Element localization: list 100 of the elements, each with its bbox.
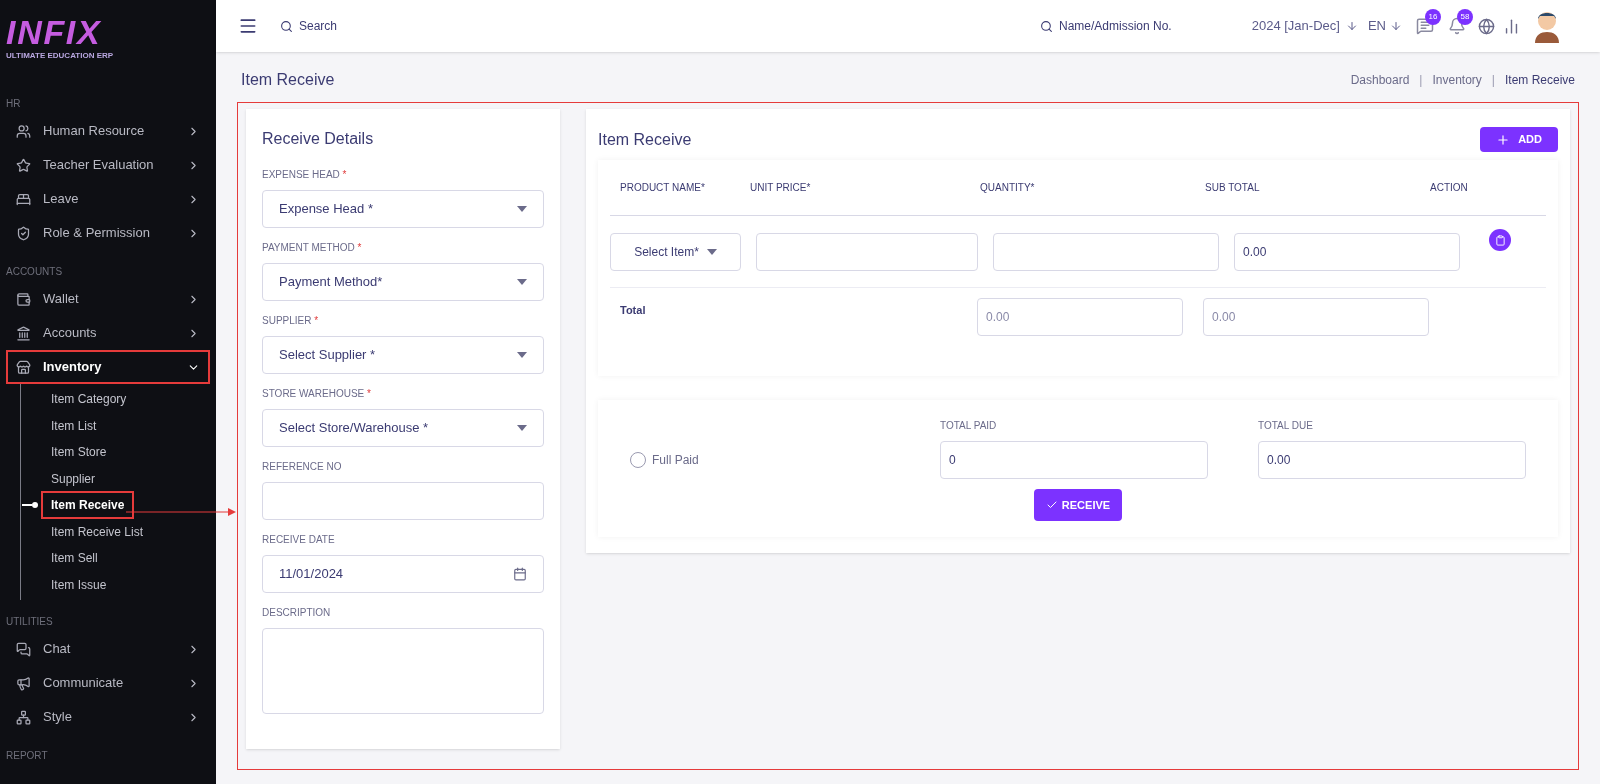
- field-label: TOTAL DUE: [1258, 419, 1314, 433]
- student-search-field[interactable]: Name/Admission No.: [1040, 17, 1172, 35]
- submenu-item[interactable]: Item List: [41, 414, 107, 437]
- total-label: Total: [619, 303, 647, 318]
- column-header: SUB TOTAL: [1204, 181, 1261, 195]
- total-quantity-field: 0.00: [977, 298, 1183, 336]
- sidebar-item[interactable]: Teacher Evaluation: [8, 150, 208, 180]
- select-field[interactable]: Select Item*: [610, 232, 741, 271]
- input-field[interactable]: [262, 482, 544, 520]
- sidebar-item[interactable]: Communicate: [8, 668, 208, 698]
- arrow-down-icon: [1389, 20, 1402, 32]
- section-heading: HR: [5, 96, 22, 111]
- sidebar-item[interactable]: Chat: [8, 634, 208, 664]
- submenu-item[interactable]: Item Sell: [41, 547, 108, 570]
- column-header: QUANTITY*: [979, 181, 1036, 195]
- sidebar-item[interactable]: Style: [8, 702, 208, 732]
- full-paid-radio[interactable]: Full Paid: [630, 418, 940, 479]
- wallet-icon: [16, 291, 31, 307]
- field-label: SUPPLIER *: [262, 314, 320, 328]
- store-icon: [16, 359, 31, 375]
- field-label: REFERENCE NO: [262, 460, 343, 474]
- clipboard-icon: [1494, 234, 1506, 246]
- plus-icon: [1496, 132, 1511, 147]
- sidebar-item[interactable]: Wallet: [8, 284, 208, 314]
- input-field[interactable]: [756, 232, 978, 271]
- field-label: PAYMENT METHOD *: [262, 241, 363, 255]
- breadcrumb-separator: |: [1419, 72, 1423, 89]
- breadcrumb-link[interactable]: Item Receive: [1504, 71, 1575, 89]
- star-icon: [16, 157, 31, 173]
- users-icon: [16, 123, 31, 139]
- input-field[interactable]: 0.00: [1258, 441, 1526, 479]
- breadcrumb-separator: |: [1491, 72, 1495, 89]
- logo-tagline: ULTIMATE EDUCATION ERP: [6, 50, 115, 62]
- sidebar-item[interactable]: Accounts: [8, 318, 208, 348]
- field-label: DESCRIPTION: [262, 606, 332, 620]
- sidebar-item[interactable]: Human Resource: [8, 116, 208, 146]
- search-icon: [280, 19, 293, 33]
- field-label: STORE WAREHOUSE *: [262, 387, 372, 401]
- column-header: ACTION: [1429, 181, 1469, 195]
- logo: INFIX: [6, 14, 103, 50]
- menu-icon[interactable]: [238, 16, 258, 36]
- select-field[interactable]: Payment Method*: [262, 263, 544, 301]
- search-field[interactable]: Search: [280, 17, 480, 35]
- column-header: PRODUCT NAME*: [619, 181, 706, 195]
- select-field[interactable]: Select Supplier *: [262, 336, 544, 374]
- bell-icon[interactable]: [1447, 17, 1466, 35]
- chat-icon: [16, 641, 31, 657]
- select-field[interactable]: Select Store/Warehouse *: [262, 409, 544, 447]
- field-label: EXPENSE HEAD *: [262, 168, 348, 182]
- card-title: Receive Details: [262, 129, 375, 149]
- caret-icon: [706, 248, 717, 255]
- field-label: RECEIVE DATE: [262, 533, 336, 547]
- breadcrumb-link[interactable]: Inventory: [1432, 71, 1482, 89]
- textarea-field[interactable]: [262, 628, 544, 714]
- active-indicator-icon: [22, 502, 38, 509]
- submenu-item[interactable]: Item Category: [41, 388, 137, 411]
- search-icon: [1040, 19, 1053, 33]
- input-field[interactable]: 0.00: [1234, 232, 1460, 271]
- column-header: UNIT PRICE*: [749, 181, 812, 195]
- input-field[interactable]: [993, 232, 1219, 271]
- bank-icon: [16, 325, 31, 341]
- count-badge: 58: [1456, 9, 1473, 25]
- input-field[interactable]: 0: [940, 441, 1208, 479]
- bed-icon: [16, 191, 31, 207]
- language-selector[interactable]: EN: [1367, 16, 1402, 36]
- field-label: TOTAL PAID: [940, 419, 998, 433]
- breadcrumb-link[interactable]: Dashboard: [1350, 71, 1410, 89]
- globe-icon[interactable]: [1477, 17, 1495, 35]
- card-title: Item Receive: [598, 129, 692, 150]
- total-subtotal-field: 0.00: [1203, 298, 1429, 336]
- select-field[interactable]: Expense Head *: [262, 190, 544, 228]
- add-button[interactable]: ADD: [1480, 127, 1558, 152]
- section-heading: ACCOUNTS: [5, 264, 64, 279]
- submenu-item[interactable]: Item Receive: [41, 491, 135, 520]
- avatar-icon[interactable]: [1533, 9, 1560, 43]
- section-heading: REPORT: [5, 748, 49, 763]
- network-icon: [16, 709, 31, 725]
- sidebar-item[interactable]: Role & Permission: [8, 218, 208, 248]
- caret-icon: [517, 279, 527, 285]
- megaphone-icon: [16, 675, 31, 691]
- count-badge: 16: [1424, 9, 1441, 25]
- caret-icon: [517, 206, 527, 212]
- submenu-item[interactable]: Supplier: [41, 467, 106, 490]
- delete-button[interactable]: [1489, 229, 1511, 251]
- submenu-item[interactable]: Item Issue: [41, 573, 117, 596]
- date-field[interactable]: 11/01/2024: [262, 555, 544, 593]
- submenu-item[interactable]: Item Receive List: [41, 520, 154, 543]
- section-heading: UTILITIES: [5, 614, 54, 629]
- calendar-icon: [513, 567, 527, 581]
- arrow-down-icon: [1345, 20, 1358, 32]
- page-title: Item Receive: [241, 70, 335, 90]
- caret-icon: [517, 425, 527, 431]
- check-icon: [1045, 499, 1058, 511]
- receive-button[interactable]: RECEIVE: [1033, 489, 1123, 521]
- shield-icon: [16, 225, 31, 241]
- caret-icon: [517, 352, 527, 358]
- year-selector[interactable]: 2024 [Jan-Dec]: [1251, 16, 1358, 36]
- sidebar-item[interactable]: Inventory: [8, 352, 208, 382]
- submenu-item[interactable]: Item Store: [41, 441, 117, 464]
- sidebar-item[interactable]: Leave: [8, 184, 208, 214]
